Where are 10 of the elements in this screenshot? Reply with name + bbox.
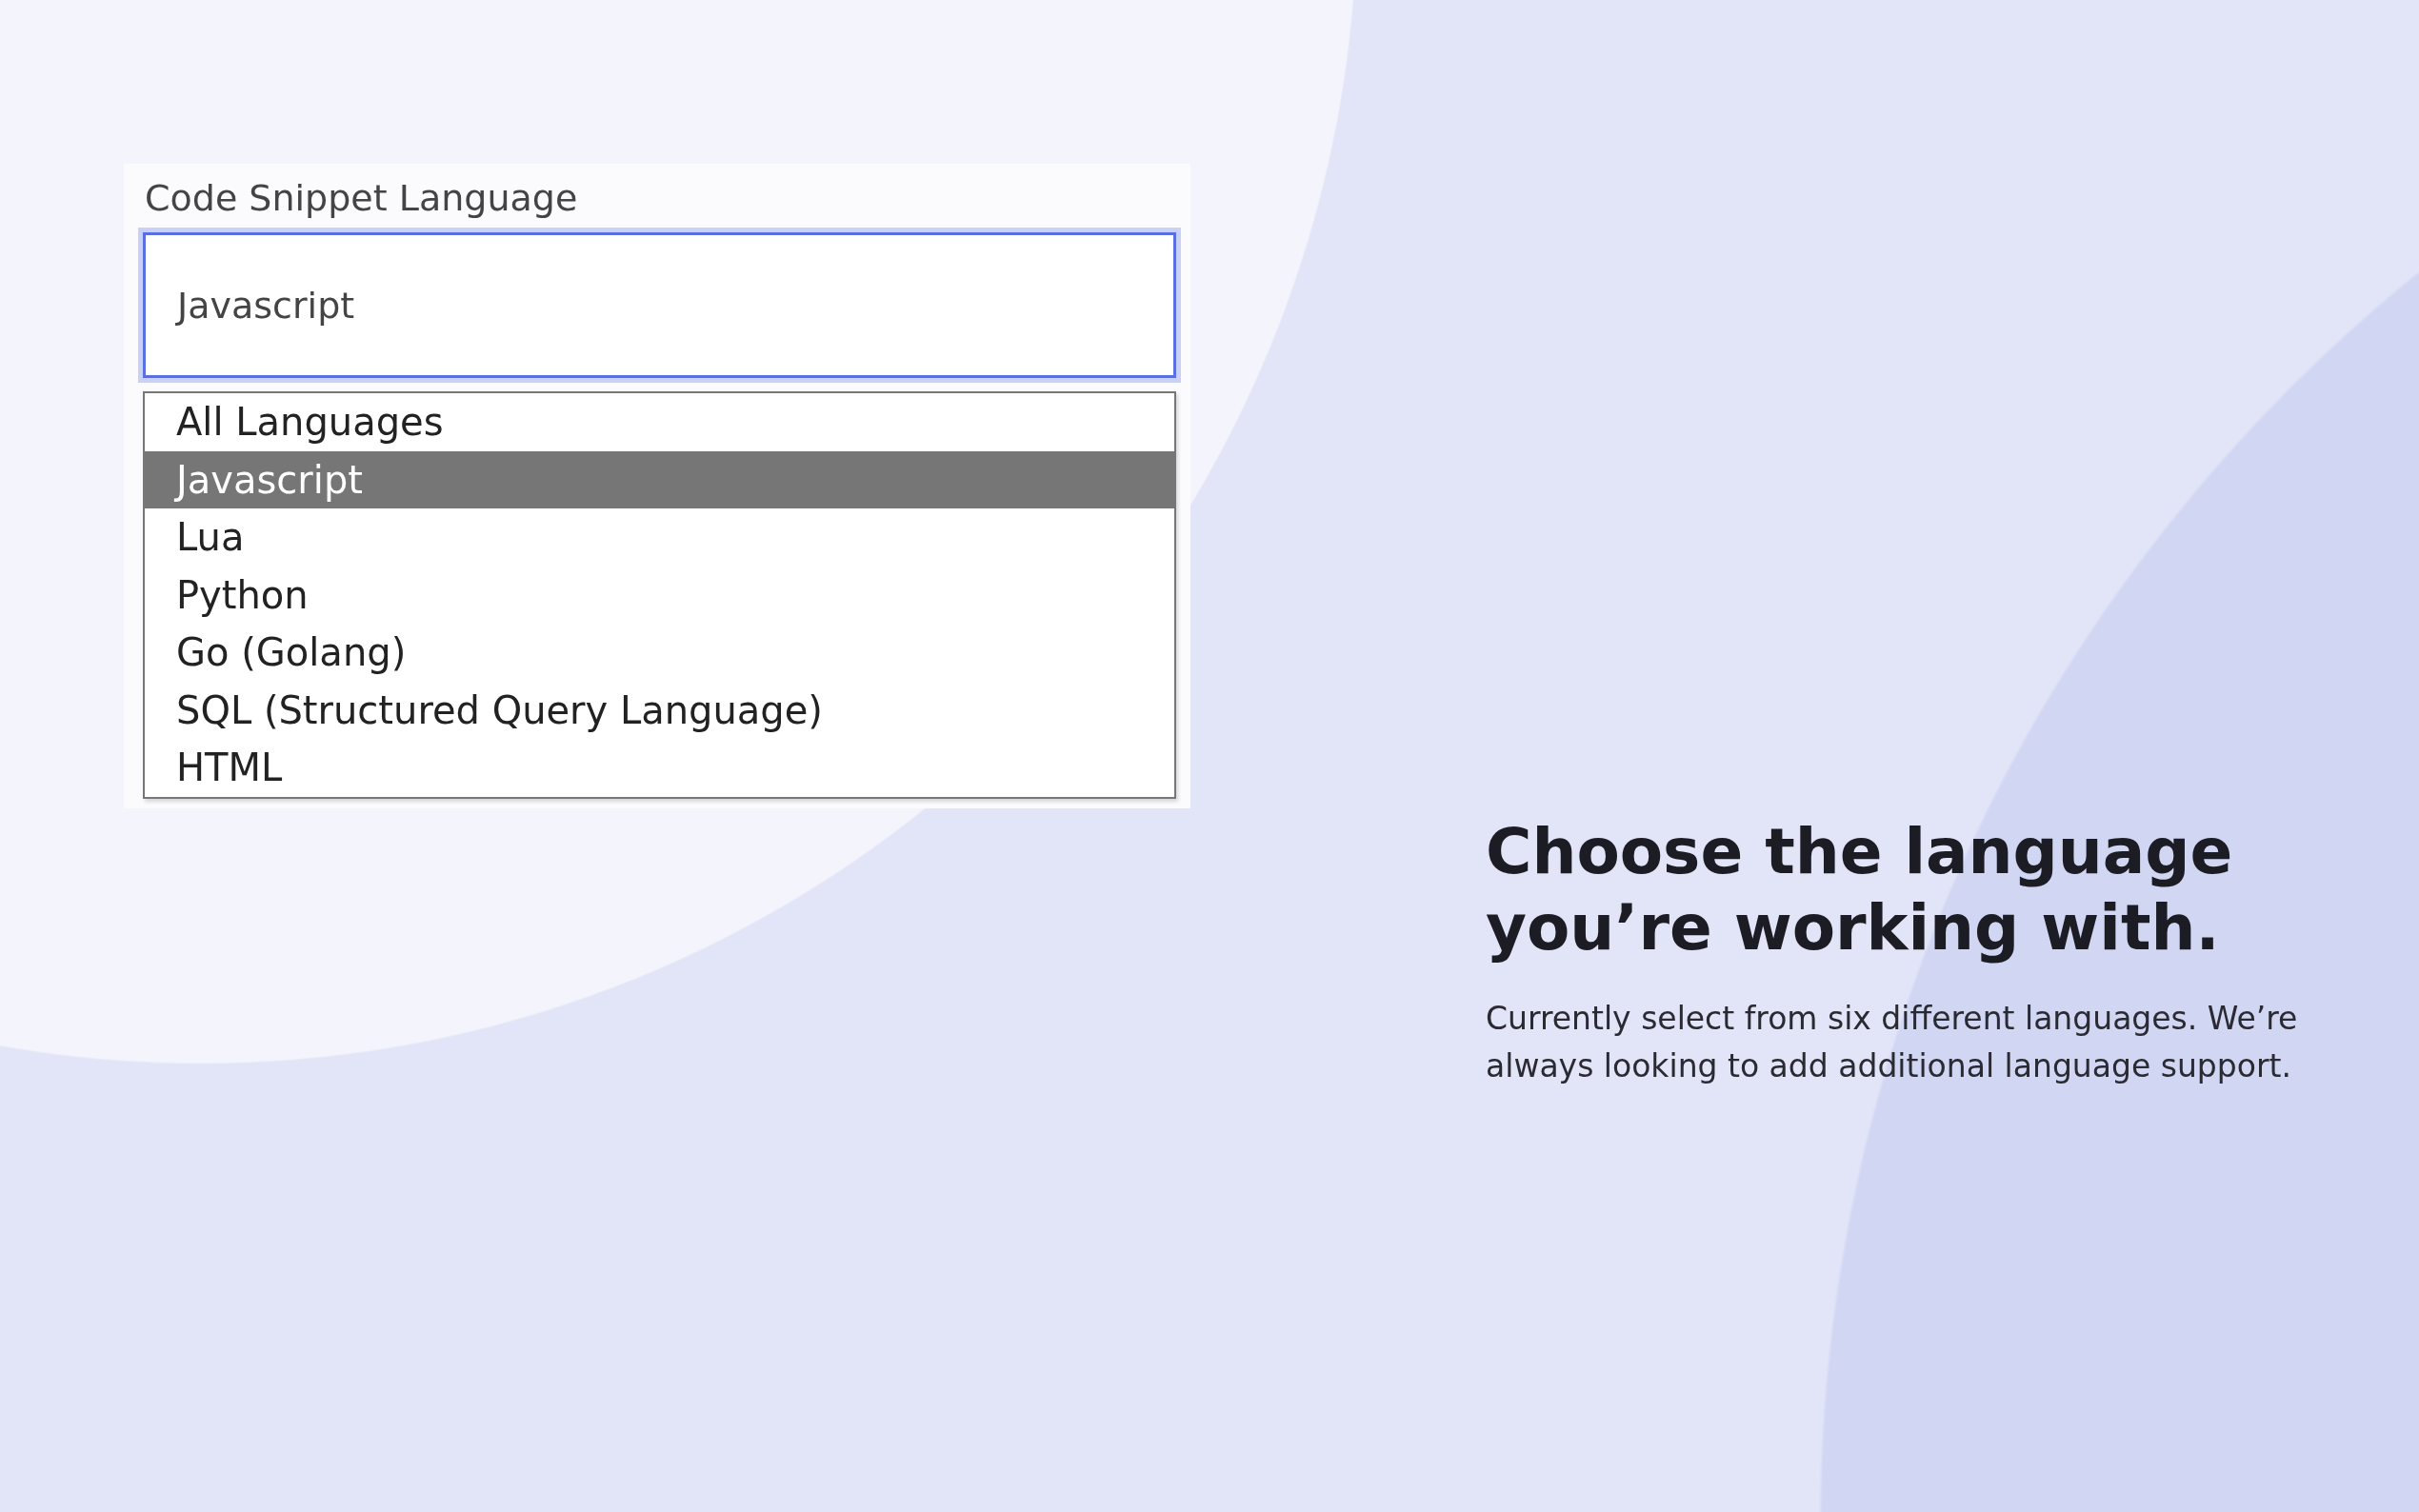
field-label: Code Snippet Language (144, 176, 579, 221)
dropdown-option[interactable]: Lua (145, 508, 1174, 567)
dropdown-option[interactable]: HTML (145, 739, 1174, 797)
feature-description: Currently select from six different languages. We’re always looking to add additional language support. (1486, 999, 2299, 1086)
dropdown-option[interactable]: Javascript (145, 450, 1174, 508)
dropdown-option[interactable]: SQL (Structured Query Language) (145, 681, 1174, 739)
dropdown-option[interactable]: Go (Golang) (145, 624, 1174, 682)
feature-heading: Choose the language you’re working with. (1486, 814, 2234, 966)
dropdown-option[interactable]: Python (145, 566, 1174, 624)
dropdown-option[interactable]: All Languages (145, 393, 1174, 451)
